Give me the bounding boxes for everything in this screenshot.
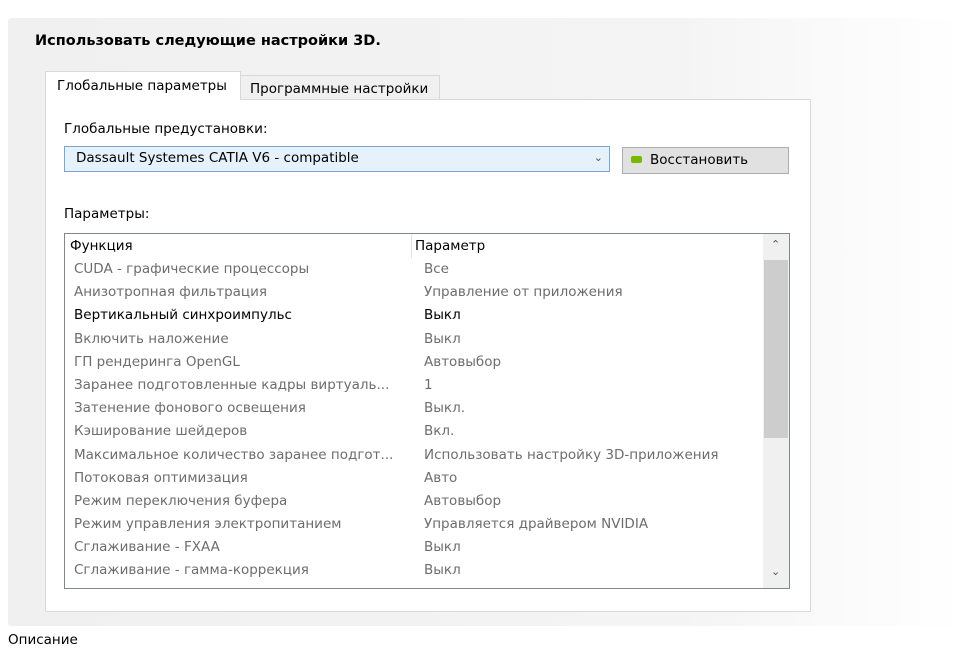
parameters-list[interactable]: Функция Параметр CUDA - графические проц… <box>64 233 790 589</box>
table-row[interactable]: Заранее подготовленные кадры виртуаль...… <box>65 375 761 398</box>
vertical-scrollbar[interactable]: ⌃ ⌄ <box>763 234 789 588</box>
row-feature: Режим управления электропитанием <box>74 516 342 533</box>
row-feature: Сглаживание - FXAA <box>74 539 220 556</box>
row-feature: Заранее подготовленные кадры виртуаль... <box>74 376 390 393</box>
preset-selected-value: Dassault Systemes CATIA V6 - compatible <box>76 150 359 166</box>
row-feature: Сглаживание - гамма-коррекция <box>74 562 309 579</box>
table-row[interactable]: Вертикальный синхроимпульс Выкл <box>65 305 761 328</box>
table-row[interactable]: Затенение фонового освещения Выкл. <box>65 398 761 421</box>
row-value: Автовыбор <box>424 353 502 370</box>
nvidia-icon <box>631 155 642 163</box>
table-row[interactable]: Сглаживание - гамма-коррекция Выкл <box>65 560 761 583</box>
parameters-rows: CUDA - графические процессоры Все Анизотро… <box>65 259 761 584</box>
row-value: Все <box>424 261 449 277</box>
row-feature: ГП рендеринга OpenGL <box>74 353 240 370</box>
tab-global-settings[interactable]: Глобальные параметры <box>45 71 241 100</box>
row-value: Использовать настройку 3D-приложения <box>424 446 719 463</box>
table-row[interactable]: Анизотропная фильтрация Управление от при… <box>65 282 761 305</box>
row-value: Выкл <box>424 539 461 556</box>
table-row[interactable]: Кэширование шейдеров Вкл. <box>65 421 761 444</box>
restore-button[interactable]: Восстановить <box>622 147 789 174</box>
table-row[interactable]: Режим управления электропитанием Управляе… <box>65 514 761 537</box>
table-row[interactable]: Сглаживание - FXAA Выкл <box>65 537 761 560</box>
row-value: Выкл. <box>424 400 465 417</box>
row-value: Выкл <box>424 562 461 579</box>
table-row[interactable]: ГП рендеринга OpenGL Автовыбор <box>65 352 761 375</box>
description-label: Описание <box>8 632 78 648</box>
chevron-down-icon: ⌄ <box>593 151 603 164</box>
column-header-feature[interactable]: Функция <box>70 238 133 254</box>
row-feature: Кэширование шейдеров <box>74 423 248 440</box>
row-value: Выкл <box>424 330 461 347</box>
column-divider[interactable] <box>411 234 412 258</box>
row-feature: CUDA - графические процессоры <box>74 261 310 277</box>
table-row[interactable]: Максимальное количество заранее подгот..… <box>65 445 761 468</box>
row-value: 1 <box>424 376 433 393</box>
table-row[interactable]: Включить наложение Выкл <box>65 329 761 352</box>
tab-program-settings[interactable]: Программные настройки <box>241 75 440 100</box>
table-row[interactable]: CUDA - графические процессоры Все <box>65 259 761 282</box>
row-feature: Затенение фонового освещения <box>74 400 306 417</box>
chevron-down-icon[interactable]: ⌄ <box>771 565 780 578</box>
row-feature: Включить наложение <box>74 330 229 347</box>
column-header-parameter[interactable]: Параметр <box>415 238 485 254</box>
row-value: Автовыбор <box>424 492 502 509</box>
row-value: Управляется драйвером NVIDIA <box>424 516 649 533</box>
row-value: Управление от приложения <box>424 284 623 301</box>
row-feature: Анизотропная фильтрация <box>74 284 267 301</box>
section-title: Использовать следующие настройки 3D. <box>35 33 381 49</box>
table-row[interactable]: Потоковая оптимизация Авто <box>65 468 761 491</box>
restore-button-label: Восстановить <box>650 152 749 168</box>
parameters-list-header: Функция Параметр <box>65 234 761 258</box>
row-value: Авто <box>424 469 458 486</box>
row-value: Вкл. <box>424 423 455 440</box>
row-feature: Режим переключения буфера <box>74 492 288 509</box>
chevron-up-icon[interactable]: ⌃ <box>771 238 780 251</box>
scrollbar-thumb[interactable] <box>764 260 788 438</box>
table-row[interactable]: Режим переключения буфера Автовыбор <box>65 491 761 514</box>
row-value: Выкл <box>424 307 461 324</box>
row-feature: Потоковая оптимизация <box>74 469 248 486</box>
row-feature: Максимальное количество заранее подгот..… <box>74 446 394 463</box>
row-feature: Вертикальный синхроимпульс <box>74 307 292 324</box>
parameters-label: Параметры: <box>64 206 150 222</box>
global-presets-label: Глобальные предустановки: <box>64 121 268 137</box>
global-preset-select[interactable]: Dassault Systemes CATIA V6 - compatible … <box>64 146 610 172</box>
